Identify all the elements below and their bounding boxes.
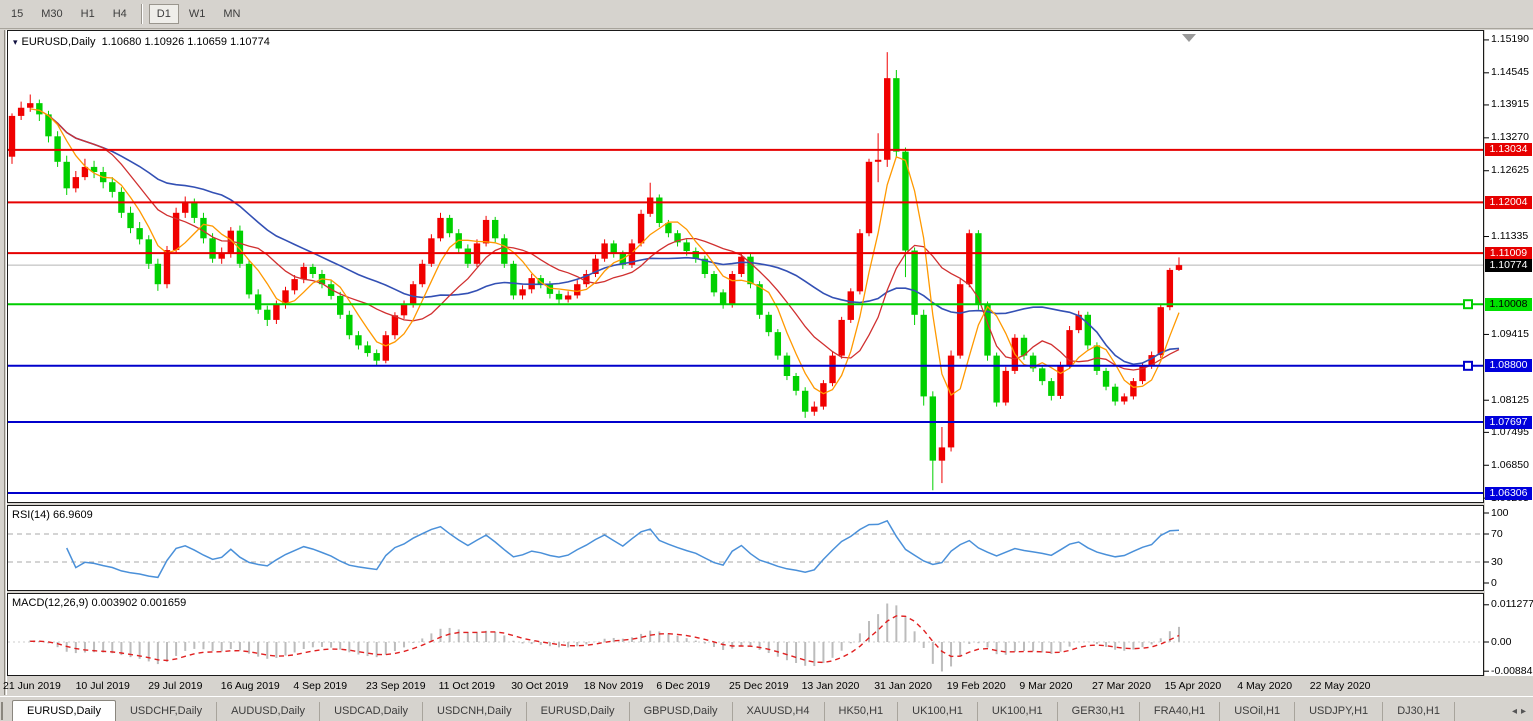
rsi-label: RSI(14) 66.9609 [12,509,93,521]
chart-tab-eurusd-daily[interactable]: EURUSD,Daily [527,702,630,721]
price-badge-1.12004: 1.12004 [1485,196,1532,209]
tab-scroll-arrows: ◂▸ [1512,706,1530,717]
chart-tab-ger30-h1[interactable]: GER30,H1 [1058,702,1140,721]
date-label-18: 22 May 2020 [1310,680,1371,692]
tab-scroll-left-icon[interactable]: ◂ [1512,706,1521,717]
price-tick-1.12625: 1.12625 [1491,164,1529,177]
chart-tabs-bar: EURUSD,DailyUSDCHF,DailyAUDUSD,DailyUSDC… [0,696,1533,721]
price-tick-1.09415: 1.09415 [1491,328,1529,341]
date-label-2: 29 Jul 2019 [148,680,202,692]
date-label-17: 4 May 2020 [1237,680,1292,692]
chart-tab-dj30-h1[interactable]: DJ30,H1 [1383,702,1455,721]
price-chart-panel[interactable] [7,30,1484,503]
macd-tick-0.011277: 0.011277 [1491,598,1533,611]
timeframe-toolbar: 15M30H1H4 D1W1MN [0,0,1533,29]
tabbar-grip-icon [1,702,10,720]
tf-button-15[interactable]: 15 [3,4,31,24]
date-label-14: 9 Mar 2020 [1019,680,1072,692]
date-label-9: 6 Dec 2019 [656,680,710,692]
chart-tab-uk100-h1[interactable]: UK100,H1 [898,702,978,721]
price-tick-1.06850: 1.06850 [1491,459,1529,472]
macd-tick-0.00: 0.00 [1491,636,1511,649]
window-left-edge [4,30,5,695]
chart-tab-usdcnh-daily[interactable]: USDCNH,Daily [423,702,527,721]
chart-tab-eurusd-daily[interactable]: EURUSD,Daily [12,700,116,721]
date-label-16: 15 Apr 2020 [1165,680,1222,692]
date-label-10: 25 Dec 2019 [729,680,789,692]
price-badge-1.13034: 1.13034 [1485,143,1532,156]
price-tick-1.11335: 1.11335 [1491,230,1528,243]
tf-button-h1[interactable]: H1 [73,4,103,24]
date-label-11: 13 Jan 2020 [802,680,860,692]
chart-tab-fra40-h1[interactable]: FRA40,H1 [1140,702,1220,721]
timeframe-buttons: 15M30H1H4 D1W1MN [2,4,249,24]
date-label-6: 11 Oct 2019 [439,680,495,692]
symbol-dropdown-icon[interactable]: ▾ [13,37,18,47]
mt4-terminal: { "toolbar": { "timeframes": ["15","M30"… [0,0,1533,720]
chart-tab-audusd-daily[interactable]: AUDUSD,Daily [217,702,320,721]
chart-ohlc-values: 1.10680 1.10926 1.10659 1.10774 [102,36,270,48]
tab-scroll-right-icon[interactable]: ▸ [1521,706,1530,717]
date-label-12: 31 Jan 2020 [874,680,932,692]
price-tick-1.08125: 1.08125 [1491,394,1529,407]
price-badge-1.10008: 1.10008 [1485,298,1532,311]
macd-label: MACD(12,26,9) 0.003902 0.001659 [12,597,186,609]
tf-button-mn[interactable]: MN [215,4,248,24]
chart-tab-hk50-h1[interactable]: HK50,H1 [825,702,899,721]
chart-tab-usdcad-daily[interactable]: USDCAD,Daily [320,702,423,721]
chart-tab-xauusd-h4[interactable]: XAUUSD,H4 [733,702,825,721]
date-label-5: 23 Sep 2019 [366,680,426,692]
toolbar-separator [141,4,143,24]
macd-panel[interactable] [7,593,1484,676]
chart-tab-gbpusd-daily[interactable]: GBPUSD,Daily [630,702,733,721]
date-label-4: 4 Sep 2019 [293,680,347,692]
date-label-1: 10 Jul 2019 [76,680,130,692]
macd-tick--0.008845: -0.008845 [1491,665,1533,678]
chart-tab-usdjpy-h1[interactable]: USDJPY,H1 [1295,702,1383,721]
chart-symbol-label: EURUSD,Daily [22,36,96,48]
chart-title: ▾ EURUSD,Daily 1.10680 1.10926 1.10659 1.… [13,36,270,48]
date-label-13: 19 Feb 2020 [947,680,1006,692]
chart-tabs: EURUSD,DailyUSDCHF,DailyAUDUSD,DailyUSDC… [12,700,1455,721]
price-badge-1.07697: 1.07697 [1485,416,1532,429]
date-label-0: 21 Jun 2019 [3,680,61,692]
date-label-3: 16 Aug 2019 [221,680,280,692]
rsi-tick-30: 30 [1491,556,1503,569]
rsi-tick-100: 100 [1491,507,1509,520]
date-label-7: 30 Oct 2019 [511,680,568,692]
price-badge-1.06306: 1.06306 [1485,487,1532,500]
price-badge-1.10774: 1.10774 [1485,259,1532,272]
tf-button-d1[interactable]: D1 [149,4,179,24]
tf-button-m30[interactable]: M30 [33,4,70,24]
date-label-8: 18 Nov 2019 [584,680,644,692]
chart-tab-usdchf-daily[interactable]: USDCHF,Daily [116,702,217,721]
price-tick-1.15190: 1.15190 [1491,33,1529,46]
price-tick-1.14545: 1.14545 [1491,66,1529,79]
rsi-panel[interactable] [7,505,1484,591]
chart-tab-usoil-h1[interactable]: USOil,H1 [1220,702,1295,721]
price-badge-1.08800: 1.08800 [1485,359,1532,372]
chart-tab-uk100-h1[interactable]: UK100,H1 [978,702,1058,721]
tf-button-h4[interactable]: H4 [105,4,135,24]
tf-button-w1[interactable]: W1 [181,4,214,24]
rsi-tick-70: 70 [1491,528,1503,541]
rsi-tick-0: 0 [1491,577,1497,590]
price-tick-1.13915: 1.13915 [1491,98,1529,111]
date-label-15: 27 Mar 2020 [1092,680,1151,692]
